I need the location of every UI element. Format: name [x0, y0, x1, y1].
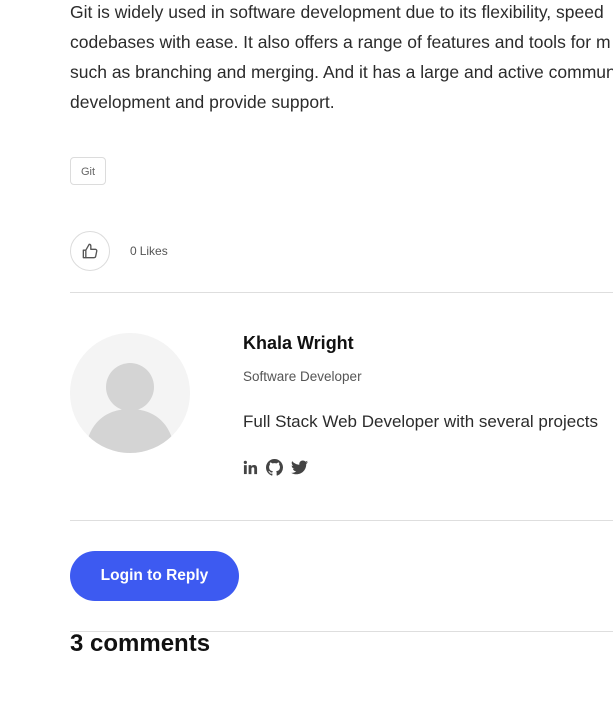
blog-post-page: Git is widely used in software developme… — [0, 0, 613, 703]
author-avatar — [70, 333, 190, 453]
article-line: Git is widely used in software developme… — [70, 2, 604, 22]
thumbs-up-icon — [82, 243, 98, 259]
tag-git[interactable]: Git — [70, 157, 107, 185]
login-to-reply-button[interactable]: Login to Reply — [70, 551, 239, 601]
comments-heading: 3 comments — [70, 630, 211, 657]
article-line: codebases with ease. It also offers a ra… — [70, 32, 611, 52]
article-body: Git is widely used in software developme… — [70, 0, 613, 117]
github-icon[interactable] — [266, 459, 283, 476]
author-social-links — [243, 459, 308, 476]
likes-count: 0 Likes — [130, 244, 171, 258]
divider — [70, 520, 613, 521]
author-role: Software Developer — [243, 369, 362, 384]
divider — [70, 292, 613, 293]
author-name[interactable]: Khala Wright — [243, 333, 354, 354]
article-line: development and provide support. — [70, 92, 335, 112]
linkedin-icon[interactable] — [243, 460, 258, 475]
likes-number: 0 — [130, 244, 137, 258]
author-bio: Full Stack Web Developer with several pr… — [243, 412, 598, 431]
like-button[interactable] — [70, 231, 110, 271]
twitter-icon[interactable] — [291, 460, 308, 475]
article-line: such as branching and merging. And it ha… — [70, 62, 613, 82]
likes-label: Likes — [139, 244, 168, 258]
